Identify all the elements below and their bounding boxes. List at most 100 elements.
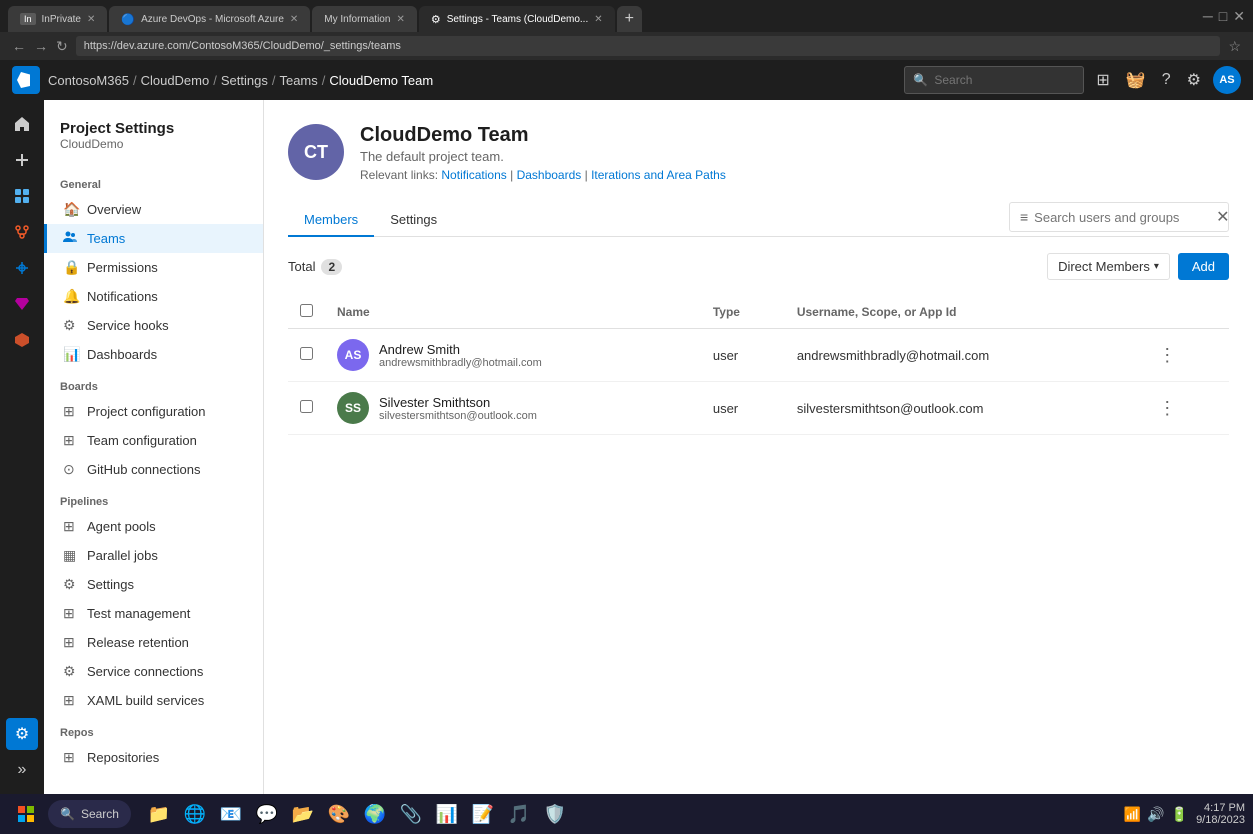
settings-nav-icon[interactable]: ⚙	[1183, 66, 1205, 94]
app-logo[interactable]	[12, 66, 40, 94]
taskbar-app-mail[interactable]: 📧	[215, 798, 247, 830]
taskbar-search[interactable]: 🔍 Search	[48, 800, 131, 828]
add-member-button[interactable]: Add	[1178, 253, 1229, 280]
address-input[interactable]	[76, 36, 1221, 56]
tab-close-icon[interactable]: ✕	[290, 14, 298, 25]
row2-checkbox[interactable]	[300, 400, 313, 413]
taskbar-app-photos[interactable]: 🎨	[323, 798, 355, 830]
taskbar-app-file-explorer[interactable]: 📁	[143, 798, 175, 830]
notifications-icon: 🔔	[63, 288, 79, 305]
sidebar-item-dashboards[interactable]: 📊 Dashboards	[44, 340, 263, 369]
search-users-box[interactable]: ≡ ✕	[1009, 202, 1229, 232]
taskbar-app-media[interactable]: 🎵	[503, 798, 535, 830]
tab-inprivate[interactable]: In InPrivate ✕	[8, 6, 107, 32]
breadcrumb-settings[interactable]: Settings	[221, 73, 268, 88]
rail-artifacts-icon[interactable]	[6, 324, 38, 356]
start-button[interactable]	[8, 799, 44, 829]
select-all-checkbox[interactable]	[300, 304, 313, 317]
row2-more-btn[interactable]: ⋮	[1152, 396, 1182, 421]
rail-repos-icon[interactable]	[6, 216, 38, 248]
sidebar-item-agent-pools[interactable]: ⊞ Agent pools	[44, 512, 263, 541]
row2-name-cell: SS Silvester Smithtson silvestersmithtso…	[325, 382, 701, 435]
rail-testplans-icon[interactable]	[6, 288, 38, 320]
sidebar-item-github[interactable]: ⊙ GitHub connections	[44, 455, 263, 484]
table-row: SS Silvester Smithtson silvestersmithtso…	[288, 382, 1229, 435]
help-icon[interactable]: ?	[1158, 67, 1175, 93]
sidebar-item-team-config[interactable]: ⊞ Team configuration	[44, 426, 263, 455]
taskbar-app-sticky[interactable]: 📎	[395, 798, 427, 830]
row1-more-btn[interactable]: ⋮	[1152, 343, 1182, 368]
search-box-nav[interactable]: 🔍	[904, 66, 1084, 94]
grid-icon[interactable]: ⊞	[1092, 66, 1113, 94]
row2-avatar: SS	[337, 392, 369, 424]
user-avatar[interactable]: AS	[1213, 66, 1241, 94]
search-nav-input[interactable]	[934, 73, 1089, 87]
tab-azure[interactable]: 🔵 Azure DevOps - Microsoft Azure ✕	[109, 6, 310, 32]
permissions-icon: 🔒	[63, 259, 79, 276]
project-settings-title: Project Settings	[60, 120, 247, 137]
taskbar-app-excel[interactable]: 📊	[431, 798, 463, 830]
sidebar-item-service-hooks[interactable]: ⚙ Service hooks	[44, 311, 263, 340]
sidebar-item-permissions[interactable]: 🔒 Permissions	[44, 253, 263, 282]
row1-checkbox[interactable]	[300, 347, 313, 360]
taskbar-app-security[interactable]: 🛡️	[539, 798, 571, 830]
sidebar-item-xaml[interactable]: ⊞ XAML build services	[44, 686, 263, 715]
sidebar-item-project-config[interactable]: ⊞ Project configuration	[44, 397, 263, 426]
sidebar-item-overview[interactable]: 🏠 Overview	[44, 195, 263, 224]
sidebar-item-repositories[interactable]: ⊞ Repositories	[44, 743, 263, 772]
taskbar-wifi-icon[interactable]: 📶	[1124, 806, 1141, 823]
taskbar-battery-icon[interactable]: 🔋	[1171, 806, 1188, 823]
browser-tabs: In InPrivate ✕ 🔵 Azure DevOps - Microsof…	[8, 0, 642, 32]
row2-actions-cell: ⋮	[1140, 382, 1229, 435]
rail-pipelines-icon[interactable]	[6, 252, 38, 284]
clear-search-btn[interactable]: ✕	[1216, 207, 1229, 227]
tab-members[interactable]: Members	[288, 204, 374, 237]
sidebar-item-parallel-jobs[interactable]: ▦ Parallel jobs	[44, 541, 263, 570]
rail-add-icon[interactable]	[6, 144, 38, 176]
sidebar-item-release-retention[interactable]: ⊞ Release retention	[44, 628, 263, 657]
rail-settings-icon[interactable]: ⚙	[6, 718, 38, 750]
star-icon[interactable]: ☆	[1228, 38, 1241, 55]
taskbar-app-teams[interactable]: 💬	[251, 798, 283, 830]
team-header: CT CloudDemo Team The default project te…	[288, 124, 1229, 182]
sidebar-item-service-connections[interactable]: ⚙ Service connections	[44, 657, 263, 686]
back-btn[interactable]: ←	[12, 38, 26, 54]
maximize-icon[interactable]: □	[1219, 8, 1227, 24]
minimize-icon[interactable]: ─	[1203, 8, 1213, 24]
sidebar-item-test-management[interactable]: ⊞ Test management	[44, 599, 263, 628]
tab-settings[interactable]: Settings	[374, 204, 453, 237]
breadcrumb-teams[interactable]: Teams	[279, 73, 317, 88]
tab-close-active-icon[interactable]: ✕	[594, 14, 602, 25]
basket-icon[interactable]: 🧺	[1122, 66, 1150, 94]
tab-close-icon[interactable]: ✕	[396, 14, 404, 25]
taskbar-app-word[interactable]: 📝	[467, 798, 499, 830]
link-iterations[interactable]: Iterations and Area Paths	[591, 168, 726, 182]
sidebar-item-teams[interactable]: Teams	[44, 224, 263, 253]
taskbar-app-folder[interactable]: 📂	[287, 798, 319, 830]
tab-teams-active[interactable]: ⚙ Settings - Teams (CloudDemo... ✕	[419, 6, 615, 32]
tab-new[interactable]: +	[617, 6, 642, 32]
tab-close-icon[interactable]: ✕	[87, 14, 95, 25]
breadcrumb-clouddemo[interactable]: CloudDemo	[141, 73, 210, 88]
refresh-btn[interactable]: ↻	[56, 38, 68, 55]
link-notifications[interactable]: Notifications	[441, 168, 506, 182]
tab-my-info[interactable]: My Information ✕	[312, 6, 417, 32]
taskbar-app-edge[interactable]: 🌐	[179, 798, 211, 830]
sidebar-item-notifications[interactable]: 🔔 Notifications	[44, 282, 263, 311]
taskbar-volume-icon[interactable]: 🔊	[1147, 806, 1164, 823]
rail-collapse-icon[interactable]: »	[6, 754, 38, 786]
link-dashboards[interactable]: Dashboards	[517, 168, 582, 182]
taskbar-time[interactable]: 4:17 PM 9/18/2023	[1196, 802, 1245, 826]
service-hooks-icon: ⚙	[63, 317, 79, 334]
rail-home-icon[interactable]	[6, 108, 38, 140]
rail-boards-icon[interactable]	[6, 180, 38, 212]
breadcrumb-contoso[interactable]: ContosoM365	[48, 73, 129, 88]
forward-btn[interactable]: →	[34, 38, 48, 54]
close-icon[interactable]: ✕	[1233, 8, 1245, 25]
search-users-input[interactable]	[1034, 210, 1210, 225]
row1-name-cell: AS Andrew Smith andrewsmithbradly@hotmai…	[325, 329, 701, 382]
direct-members-dropdown[interactable]: Direct Members ▾	[1047, 253, 1170, 280]
taskbar-app-browser[interactable]: 🌍	[359, 798, 391, 830]
sidebar-item-pipeline-settings[interactable]: ⚙ Settings	[44, 570, 263, 599]
browser-controls: ─ □ ✕	[1203, 8, 1245, 25]
